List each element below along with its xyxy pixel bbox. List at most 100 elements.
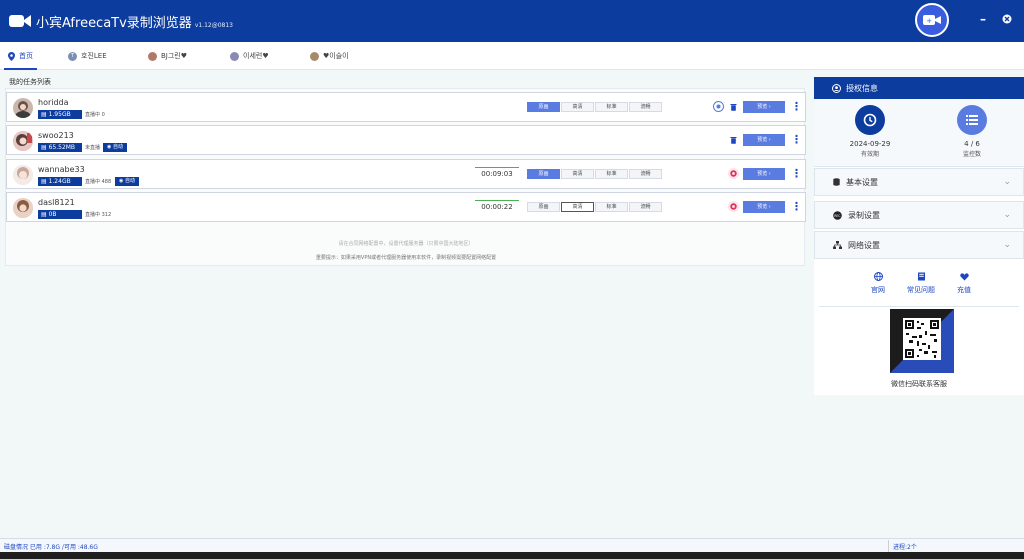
more-vertical-icon[interactable]: ⋮ [791,168,802,180]
quality-option[interactable]: 高清 [561,102,594,112]
avatar-icon [148,51,157,61]
tab-streamer-3[interactable]: 이세련♥ [230,42,269,70]
record-camera-button[interactable]: + [915,3,949,37]
task-row: wannabe33 ▤ 1.24GB 直播中 488 ◉ 自动 00:09:03… [6,159,806,189]
more-vertical-icon[interactable]: ⋮ [791,134,802,146]
preview-button[interactable]: 预览 › [743,168,785,180]
app-title: 小宾AfreecaTv录制浏览器 v1.12@0813 [36,16,233,31]
user-circle-icon [832,83,841,93]
close-button[interactable] [999,11,1015,27]
quality-selector: 原画 高清 标准 流畅 [527,169,662,179]
auto-badge: ◉ 自动 [103,143,127,152]
qr-caption: 微信扫码联系客服 [891,380,947,388]
preview-button[interactable]: 预览 › [743,201,785,213]
recharge-link[interactable]: 充值 [939,271,989,295]
more-vertical-icon[interactable]: ⋮ [791,101,802,113]
tab-streamer-1[interactable]: T 호진LEE [68,42,107,70]
auto-badge: ◉ 自动 [115,177,139,186]
status-text: 直播中 0 [85,112,105,118]
preview-button[interactable]: 预览 › [743,101,785,113]
tab-label: BJ그린♥ [161,52,188,60]
auth-header: 授权信息 [814,77,1024,99]
size-badge: ▤ 1.24GB [38,177,82,186]
database-icon [833,178,840,186]
recording-timer: 00:00:22 [475,200,519,211]
status-text: 未直播 [85,145,101,151]
preview-button[interactable]: 预览 › [743,134,785,146]
rec-icon: REC [833,210,842,220]
record-stop-icon[interactable] [728,201,739,212]
size-badge: ▤ 65.52MB [38,143,82,152]
task-list-label: 我的任务列表 [9,78,51,86]
chevron-down-icon: ⌄ [1003,210,1011,220]
quality-option[interactable]: 原画 [527,102,560,112]
quality-option[interactable]: 流畅 [629,102,662,112]
app-version: v1.12@0813 [194,22,233,29]
size-badge: ▤ 1.95GB [38,110,82,119]
tab-home[interactable]: 首页 [4,42,37,70]
chevron-down-icon: ⌄ [1003,177,1011,187]
qr-section: 微信扫码联系客服 [819,306,1019,395]
quality-option[interactable]: 流畅 [629,169,662,179]
tab-label: ♥이슬이 [323,52,349,60]
vpn-warning: 重要提示：如果采用VPN或者代理服务器使用本软件，录制视频需要配置网络配置 [315,255,497,261]
avatar [13,131,33,151]
task-name: swoo213 [38,131,74,140]
record-settings-panel[interactable]: REC 录制设置 ⌄ [814,201,1024,229]
clock-icon [855,105,885,135]
recording-timer: 00:09:03 [475,167,519,178]
list-icon [957,105,987,135]
expiry-value: 2024-09-29 [849,140,891,148]
status-bar: 磁盘情况 已用 :7.8G /可用 :48.6G 进程:2个 [0,538,1024,552]
video-camera-icon [9,13,31,31]
chevron-down-icon: ⌄ [1003,240,1011,250]
task-name: dasl8121 [38,198,75,207]
network-settings-label: 网络设置 [848,240,880,250]
close-icon [1002,14,1012,24]
record-stop-icon[interactable] [728,168,739,179]
proxy-note: 请在合同网络配置中，设置代理服务器（只限中国大陆地区） [338,241,474,247]
record-indicator-icon[interactable] [713,101,724,112]
qr-code [890,309,954,373]
video-camera-icon: + [923,15,941,25]
svg-text:+: + [926,17,932,25]
status-text: 直播中 312 [85,212,112,218]
minimize-button[interactable]: – [975,11,991,27]
quality-option[interactable]: 流畅 [629,202,662,212]
quality-option[interactable]: 原画 [527,169,560,179]
heart-icon [939,271,989,282]
map-pin-icon [8,51,15,61]
process-count: 进程:2个 [893,544,917,551]
tab-label: 호진LEE [81,52,107,60]
basic-settings-panel[interactable]: 基本设置 ⌄ [814,168,1024,196]
avatar [13,198,33,218]
network-icon [833,241,842,249]
tab-streamer-2[interactable]: BJ그린♥ [148,42,187,70]
trash-icon[interactable] [728,134,739,145]
basic-settings-label: 基本设置 [846,177,878,187]
monitor-label: 监控数 [962,151,981,158]
avatar-icon [230,51,239,61]
quality-option[interactable]: 标准 [595,102,628,112]
task-row: horidda ▤ 1.95GB 直播中 0 原画 高清 标准 流畅 预览 › … [6,92,806,122]
avatar [13,165,33,185]
monitor-stat: 4 / 6 监控数 [942,105,1002,158]
divider [888,540,889,552]
quality-option[interactable]: 标准 [595,169,628,179]
title-bar: 小宾AfreecaTv录制浏览器 v1.12@0813 + – [0,0,1024,42]
task-row: swoo213 ▤ 65.52MB 未直播 ◉ 自动 预览 › ⋮ [6,125,806,155]
quality-option[interactable]: 高清 [561,169,594,179]
avatar-icon [310,51,319,61]
network-settings-panel[interactable]: 网络设置 ⌄ [814,231,1024,259]
quality-option[interactable]: 标准 [595,202,628,212]
tab-streamer-4[interactable]: ♥이슬이 [310,42,349,70]
quick-links: 官网 常见问题 充值 [814,271,1024,303]
record-settings-label: 录制设置 [848,210,880,220]
more-vertical-icon[interactable]: ⋮ [791,201,802,213]
quality-option[interactable]: 原画 [527,202,560,212]
quality-option[interactable]: 高清 [561,202,594,212]
trash-icon[interactable] [728,101,739,112]
quality-selector: 原画 高清 标准 流畅 [527,102,662,112]
task-name: horidda [38,98,69,107]
tab-label: 首页 [19,52,33,60]
